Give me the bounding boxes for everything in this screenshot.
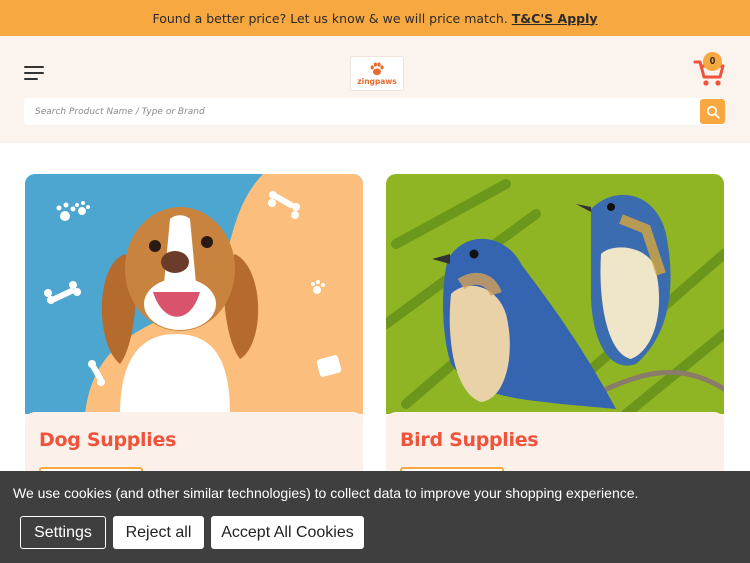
beagle-dog-photo — [25, 174, 363, 414]
search-button[interactable] — [700, 99, 725, 124]
accept-all-cookies-button[interactable]: Accept All Cookies — [211, 516, 364, 549]
category-title: Dog Supplies — [39, 429, 177, 451]
cookie-banner: We use cookies (and other similar techno… — [0, 471, 750, 563]
promo-message: Found a better price? Let us know & we w… — [152, 10, 508, 26]
cart-count-badge: 0 — [703, 52, 722, 71]
paw-icon — [370, 62, 384, 76]
search-bar — [24, 98, 725, 125]
site-header: zingpaws — [0, 36, 750, 143]
cookie-message: We use cookies (and other similar techno… — [13, 485, 639, 501]
site-logo[interactable]: zingpaws — [350, 56, 404, 91]
terms-link[interactable]: T&C'S Apply — [512, 11, 598, 26]
reject-all-button[interactable]: Reject all — [113, 516, 204, 549]
logo-text: zingpaws — [357, 77, 397, 87]
search-input[interactable] — [24, 98, 694, 125]
bluebirds-photo — [386, 174, 724, 414]
cookie-settings-button[interactable]: Settings — [20, 516, 106, 549]
hamburger-menu-icon[interactable] — [24, 65, 44, 83]
promo-bar: Found a better price? Let us know & we w… — [0, 0, 750, 36]
category-title: Bird Supplies — [400, 429, 539, 451]
search-icon — [706, 105, 720, 119]
